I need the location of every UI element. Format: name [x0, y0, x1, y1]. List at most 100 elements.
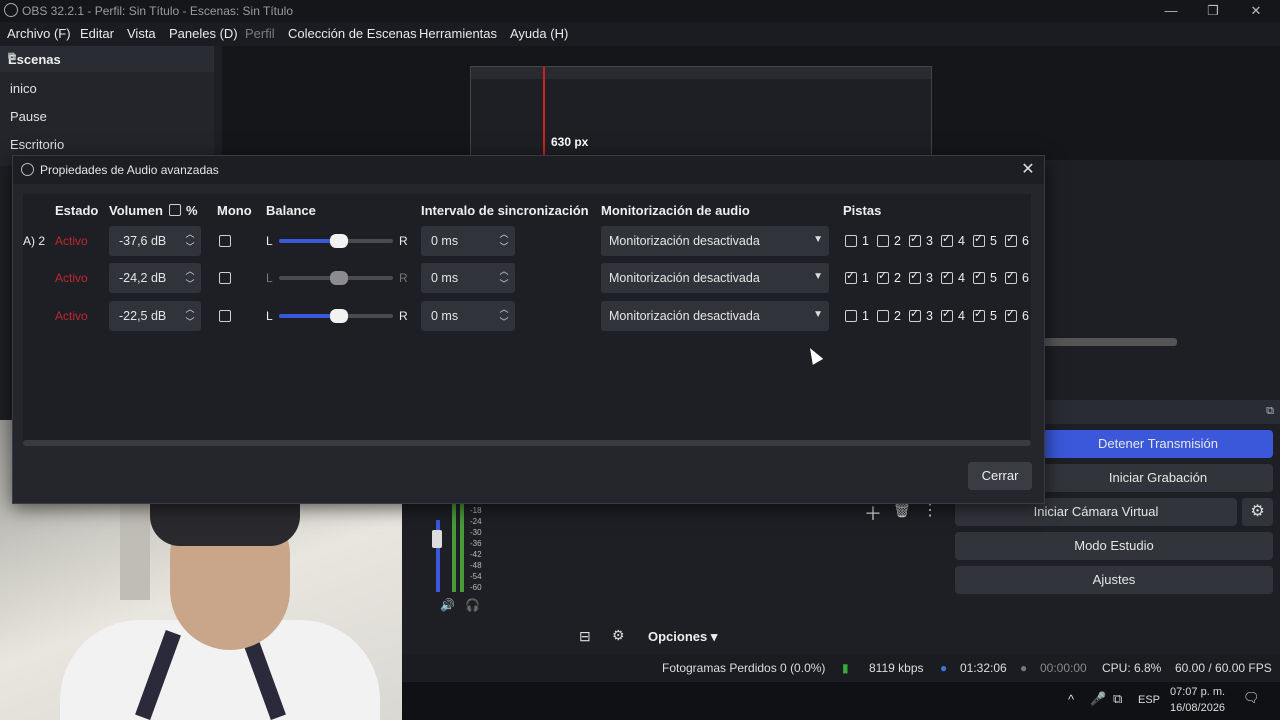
spin-down-icon[interactable]: ﹀	[497, 316, 511, 329]
balance-knob[interactable]	[330, 234, 348, 248]
track-checkbox-5[interactable]	[973, 307, 985, 322]
header-mono: Mono	[217, 203, 252, 218]
track-checkbox-1[interactable]	[845, 310, 857, 322]
track-number: 6	[1022, 271, 1029, 285]
track-checkbox-5[interactable]	[973, 269, 985, 284]
layout-icon[interactable]: ⊟	[579, 628, 591, 645]
track-checkbox-3[interactable]	[909, 232, 921, 247]
menu-perfil[interactable]: Perfil	[245, 26, 275, 41]
clock-date[interactable]: 16/08/2026	[1170, 702, 1225, 714]
sync-offset-spinbox[interactable]: 0 ms ︿ ﹀	[421, 226, 515, 256]
menu-archivo[interactable]: Archivo (F)	[7, 26, 71, 41]
volume-percent-checkbox[interactable]	[169, 204, 181, 216]
balance-knob[interactable]	[330, 309, 348, 323]
db-mark: -54	[470, 572, 482, 581]
clock-time[interactable]: 07:07 p. m.	[1170, 686, 1225, 698]
scene-item[interactable]: Pause	[10, 109, 47, 124]
mixer-settings-icon[interactable]: ⚙	[612, 627, 625, 644]
speaker-icon[interactable]: 🔊	[440, 598, 455, 612]
spin-up-icon[interactable]: ︿	[497, 303, 511, 316]
mono-checkbox[interactable]	[219, 272, 231, 284]
maximize-button[interactable]: ❐	[1198, 2, 1228, 20]
volume-spinbox[interactable]: -22,5 dB ︿ ﹀	[109, 301, 201, 331]
track-checkbox-6[interactable]	[1005, 269, 1017, 284]
scene-item[interactable]: inico	[10, 81, 37, 96]
stop-streaming-button[interactable]: Detener Transmisión	[1043, 430, 1273, 458]
language-indicator[interactable]: ESP	[1138, 694, 1160, 706]
track-checkbox-1[interactable]	[845, 269, 857, 284]
mono-checkbox[interactable]	[219, 235, 231, 247]
track-number: 6	[1022, 234, 1029, 248]
track-checkbox-2[interactable]	[877, 269, 889, 284]
monitoring-dropdown[interactable]: Monitorización desactivada ▼	[601, 263, 829, 293]
close-window-button[interactable]: ✕	[1241, 2, 1271, 20]
start-recording-button[interactable]: Iniciar Grabación	[1043, 464, 1273, 492]
status-active[interactable]: Activo	[55, 234, 88, 248]
spin-down-icon[interactable]: ﹀	[183, 241, 197, 254]
balance-knob[interactable]	[330, 271, 348, 285]
spin-down-icon[interactable]: ﹀	[183, 278, 197, 291]
headphones-icon[interactable]: 🎧	[465, 598, 480, 612]
track-checkbox-6[interactable]	[1005, 307, 1017, 322]
balance-slider[interactable]	[279, 234, 393, 248]
close-button[interactable]: Cerrar	[968, 462, 1032, 490]
menu-paneles[interactable]: Paneles (D)	[169, 26, 238, 41]
trash-icon[interactable]: 🗑	[893, 502, 911, 519]
spin-up-icon[interactable]: ︿	[183, 265, 197, 278]
track-checkbox-4[interactable]	[941, 269, 953, 284]
dialog-close-button[interactable]: ✕	[1016, 159, 1040, 181]
settings-button[interactable]: Ajustes	[955, 566, 1273, 594]
track-checkbox-2[interactable]	[877, 235, 889, 247]
mic-icon[interactable]: 🎤	[1090, 691, 1106, 707]
chevron-up-icon[interactable]: ^	[1068, 692, 1074, 707]
window-title: OBS 32.2.1 - Perfil: Sin Título - Escena…	[22, 4, 294, 18]
menu-editar[interactable]: Editar	[80, 26, 114, 41]
studio-mode-button[interactable]: Modo Estudio	[955, 532, 1273, 560]
dialog-scrollbar[interactable]	[23, 440, 1031, 446]
network-icon[interactable]: ⧉	[1113, 691, 1122, 707]
track-checkbox-3[interactable]	[909, 307, 921, 322]
minimize-button[interactable]: —	[1156, 2, 1186, 20]
db-mark: -36	[470, 539, 482, 548]
undock-icon[interactable]: ⧉	[1266, 405, 1274, 418]
sync-offset-spinbox[interactable]: 0 ms ︿ ﹀	[421, 263, 515, 293]
mono-checkbox[interactable]	[219, 310, 231, 322]
menu-coleccion[interactable]: Colección de Escenas	[288, 26, 417, 41]
track-checkbox-6[interactable]	[1005, 232, 1017, 247]
notifications-icon[interactable]: 🗨	[1243, 690, 1260, 706]
gear-icon[interactable]: ⚙	[1242, 498, 1273, 526]
track-number: 5	[990, 309, 997, 323]
menu-herramientas[interactable]: Herramientas	[419, 26, 497, 41]
track-checkbox-3[interactable]	[909, 269, 921, 284]
spin-up-icon[interactable]: ︿	[497, 228, 511, 241]
track-checkbox-1[interactable]	[845, 235, 857, 247]
balance-right-label: R	[399, 271, 408, 285]
spin-up-icon[interactable]: ︿	[497, 265, 511, 278]
volume-slider-knob[interactable]	[432, 530, 442, 548]
spin-up-icon[interactable]: ︿	[183, 228, 197, 241]
spin-down-icon[interactable]: ﹀	[497, 241, 511, 254]
spin-down-icon[interactable]: ﹀	[183, 316, 197, 329]
undock-icon[interactable]: ⧉	[8, 51, 206, 64]
spin-down-icon[interactable]: ﹀	[497, 278, 511, 291]
volume-spinbox[interactable]: -24,2 dB ︿ ﹀	[109, 263, 201, 293]
monitoring-dropdown[interactable]: Monitorización desactivada ▼	[601, 301, 829, 331]
sync-offset-spinbox[interactable]: 0 ms ︿ ﹀	[421, 301, 515, 331]
balance-slider[interactable]	[279, 271, 393, 285]
scene-item[interactable]: Escritorio	[10, 137, 64, 152]
menu-vista[interactable]: Vista	[127, 26, 156, 41]
track-checkbox-5[interactable]	[973, 232, 985, 247]
volume-spinbox[interactable]: -37,6 dB ︿ ﹀	[109, 226, 201, 256]
status-active[interactable]: Activo	[55, 309, 88, 323]
horizontal-scrollbar[interactable]	[1043, 338, 1177, 346]
menu-ayuda[interactable]: Ayuda (H)	[510, 26, 568, 41]
track-checkbox-4[interactable]	[941, 307, 953, 322]
options-button[interactable]: Opciones ▾	[648, 629, 717, 645]
header-balance: Balance	[266, 203, 316, 218]
monitoring-dropdown[interactable]: Monitorización desactivada ▼	[601, 226, 829, 256]
track-checkbox-2[interactable]	[877, 310, 889, 322]
track-checkbox-4[interactable]	[941, 232, 953, 247]
status-active[interactable]: Activo	[55, 271, 88, 285]
balance-slider[interactable]	[279, 309, 393, 323]
spin-up-icon[interactable]: ︿	[183, 303, 197, 316]
